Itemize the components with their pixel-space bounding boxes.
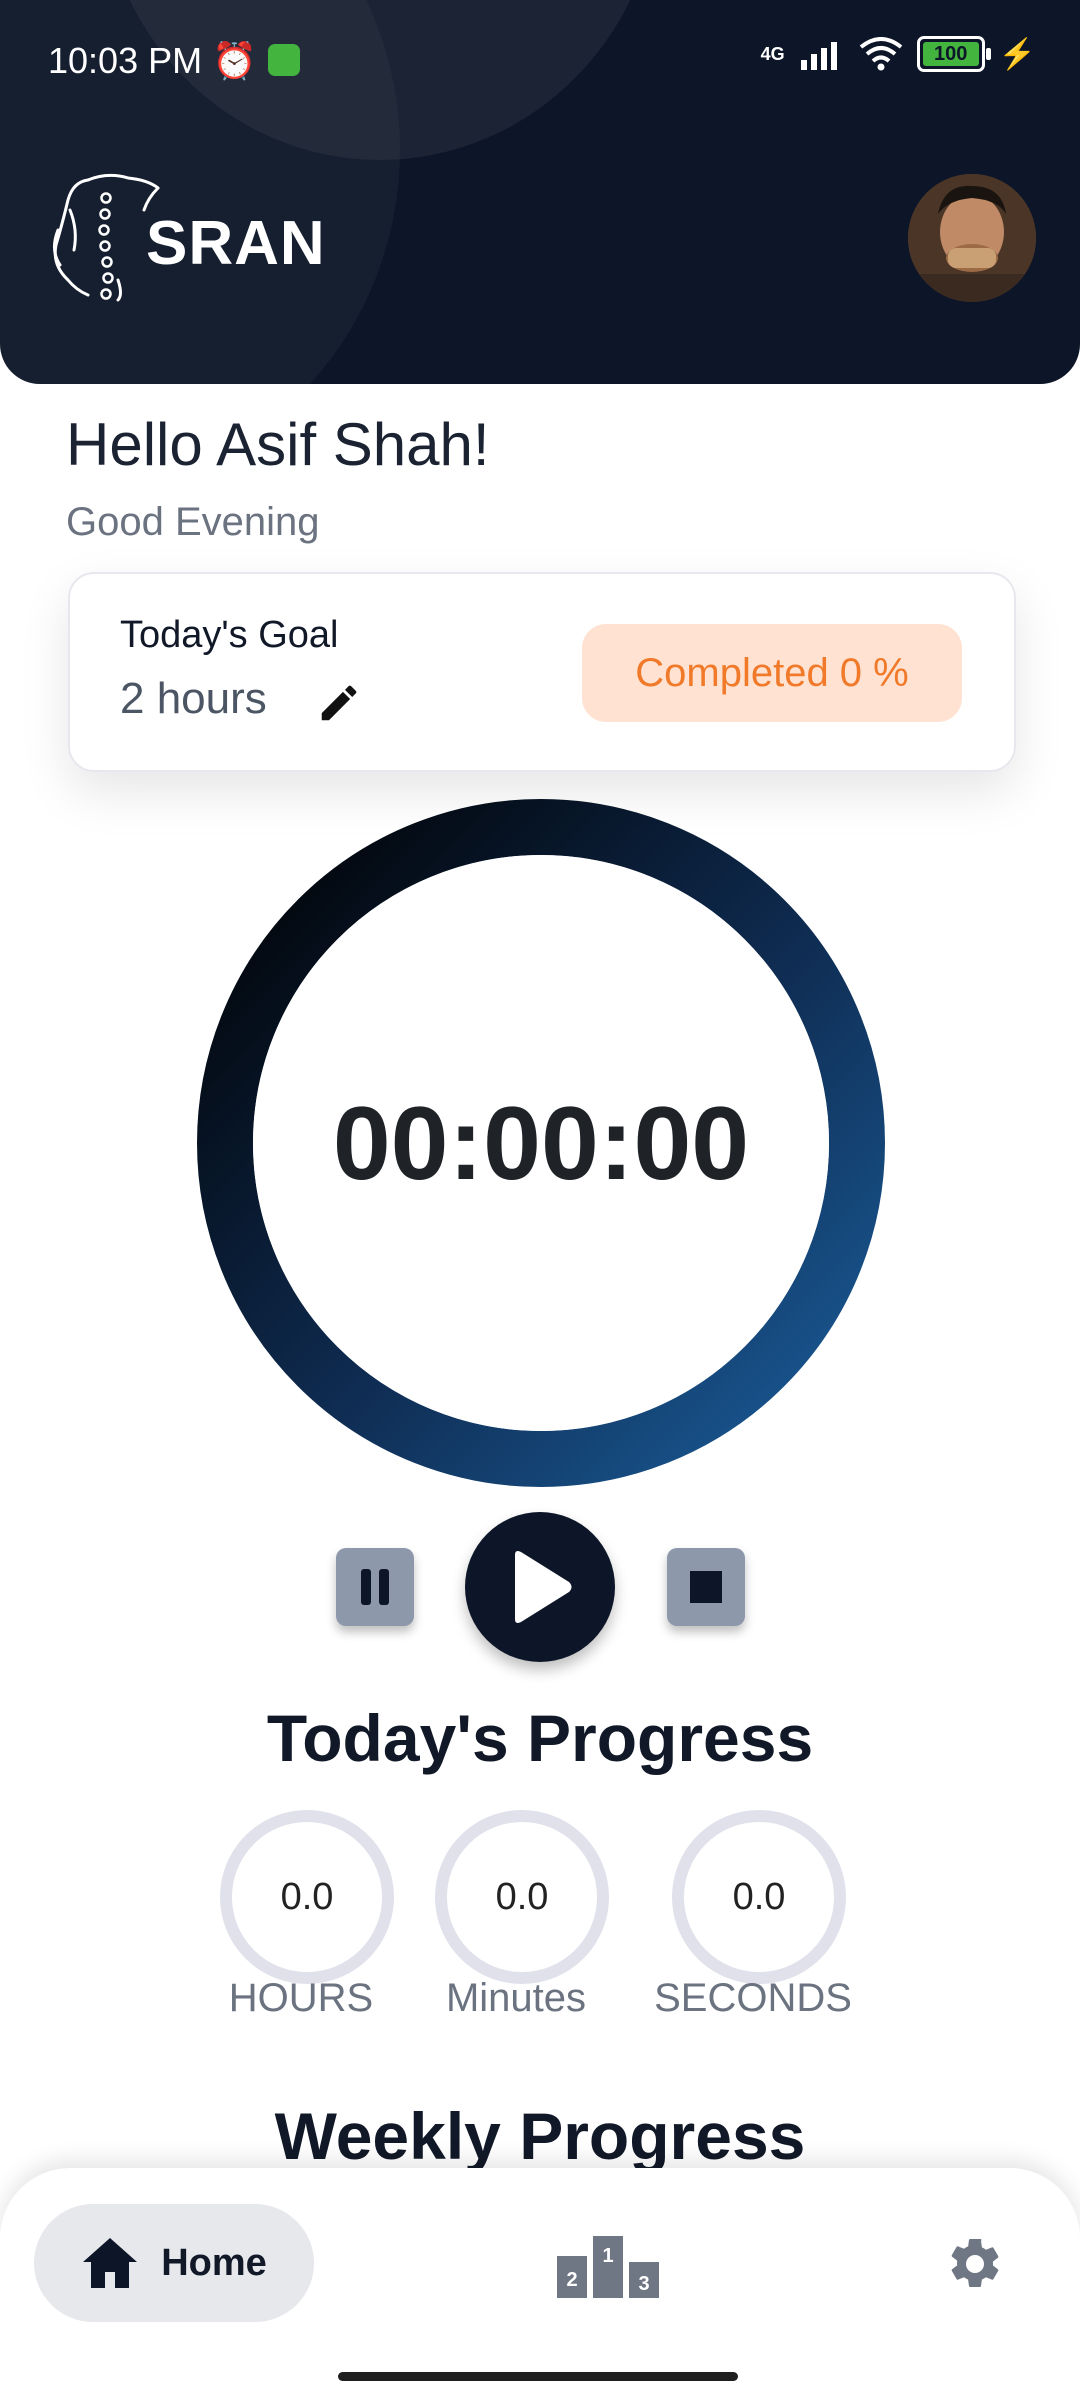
wifi-icon [859, 37, 902, 71]
bottom-navigation: Home 2 1 3 [0, 2168, 1080, 2400]
svg-text:2: 2 [566, 2269, 577, 2291]
status-bar: 10:03 PM ⏰ 4G 100 ⚡ [0, 0, 1080, 92]
hours-label: HOURS [228, 1976, 374, 2020]
pause-button[interactable] [336, 1548, 414, 1626]
greeting-subtitle: Good Evening [66, 500, 320, 544]
play-icon [515, 1551, 572, 1623]
minutes-ring: 0.0 [435, 1810, 609, 1984]
battery-level: 100 [933, 42, 968, 65]
alarm-icon: ⏰ [212, 40, 257, 81]
svg-text:3: 3 [638, 2273, 649, 2295]
notification-app-icon [268, 44, 300, 76]
nav-home-label: Home [161, 2241, 267, 2284]
hours-ring: 0.0 [220, 1810, 394, 1984]
home-icon [83, 2238, 138, 2288]
battery-icon: 100 [916, 36, 991, 72]
seconds-ring: 0.0 [672, 1810, 846, 1984]
pause-icon [361, 1569, 389, 1605]
avatar-image [908, 174, 1036, 302]
settings-gear-icon[interactable] [945, 2234, 1005, 2294]
timer-display: 00:00:00 [332, 1086, 750, 1202]
home-indicator[interactable] [338, 2372, 738, 2381]
minutes-value: 0.0 [495, 1875, 549, 1918]
seconds-value: 0.0 [732, 1875, 786, 1918]
status-icons: 4G 100 ⚡ [761, 36, 1036, 72]
app-header: 10:03 PM ⏰ 4G 100 ⚡ SRAN [0, 0, 1080, 384]
minutes-label: Minutes [445, 1976, 587, 2020]
leaderboard-icon[interactable]: 2 1 3 [555, 2232, 661, 2300]
play-button[interactable] [465, 1512, 615, 1662]
goal-value: 2 hours [120, 674, 267, 723]
completed-badge: Completed 0 % [582, 624, 962, 722]
weekly-progress-title: Weekly Progress [274, 2099, 806, 2173]
profile-avatar[interactable] [908, 174, 1036, 302]
goal-title: Today's Goal [120, 614, 339, 656]
signal-icon [800, 42, 837, 70]
svg-text:1: 1 [602, 2245, 613, 2267]
seconds-label: SECONDS [654, 1976, 852, 2020]
nav-home-tab[interactable]: Home [34, 2204, 314, 2322]
stop-icon [690, 1571, 722, 1603]
charging-icon: ⚡ [998, 37, 1036, 71]
hours-value: 0.0 [280, 1875, 334, 1918]
stop-button[interactable] [667, 1548, 745, 1626]
status-time: 10:03 PM [48, 40, 203, 81]
todays-progress-title: Today's Progress [266, 1701, 814, 1775]
app-logo-text: SRAN [146, 209, 326, 278]
edit-goal-icon[interactable] [316, 680, 362, 726]
goal-card: Today's Goal 2 hours Completed 0 % [68, 572, 1016, 772]
greeting-title: Hello Asif Shah! [66, 411, 490, 478]
network-label: 4G [760, 43, 785, 64]
